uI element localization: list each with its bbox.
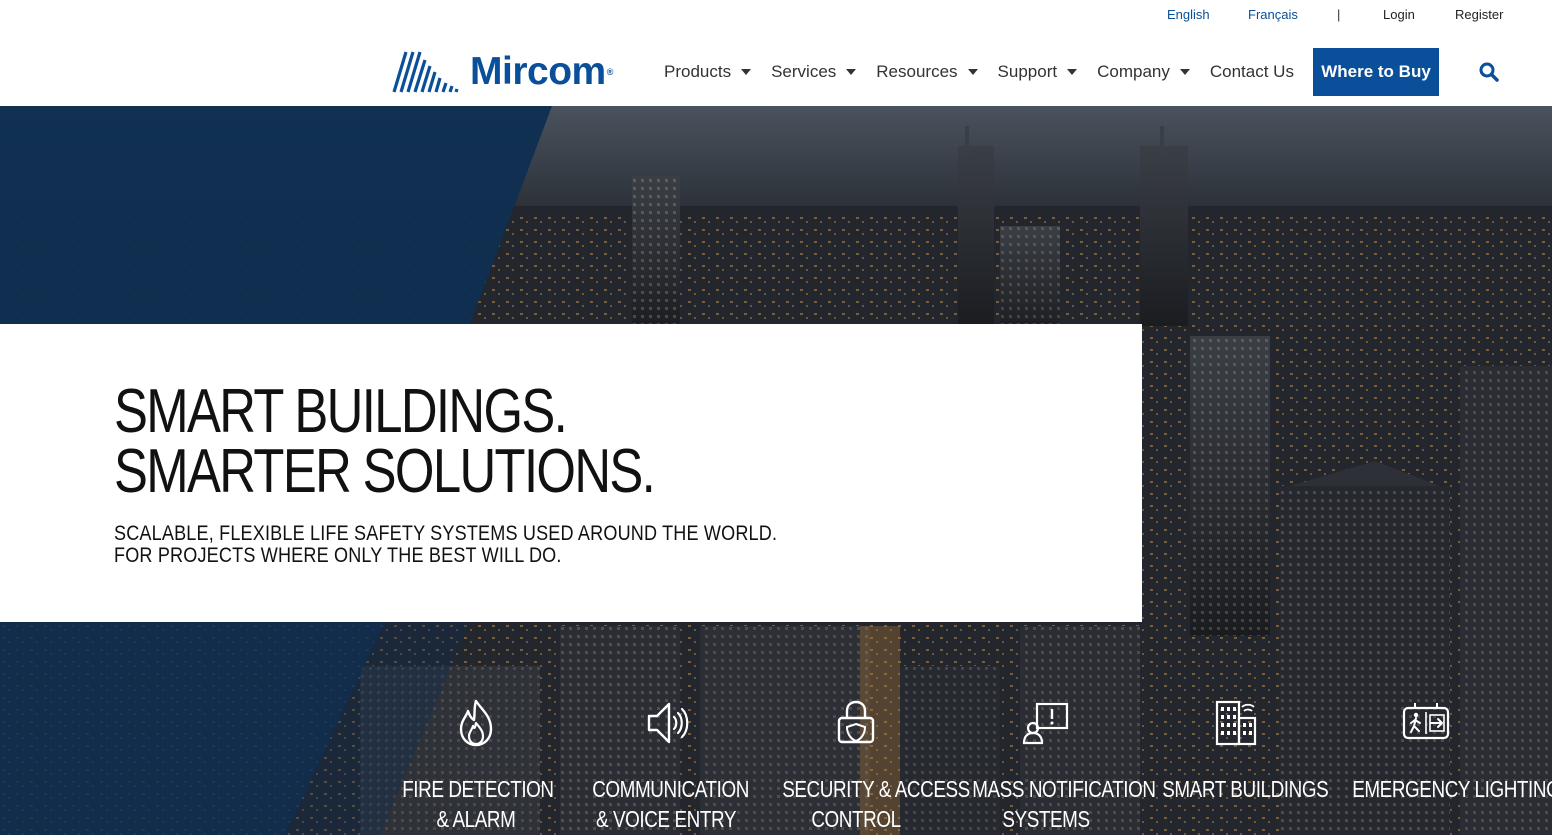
exit-sign-icon bbox=[1402, 703, 1450, 740]
mircom-logo[interactable]: Mircom® bbox=[392, 50, 613, 94]
category-smart-buildings[interactable]: SMART BUILDINGS bbox=[1146, 698, 1329, 804]
nav-resources[interactable]: Resources bbox=[876, 62, 978, 82]
hero-text-box: SMART BUILDINGS. SMARTER SOLUTIONS. SCAL… bbox=[0, 324, 1142, 622]
alert-message-icon bbox=[1022, 702, 1069, 745]
hero-subtitle: SCALABLE, FLEXIBLE LIFE SAFETY SYSTEMS U… bbox=[114, 523, 777, 567]
caret-down-icon bbox=[741, 69, 752, 75]
register-link[interactable]: Register bbox=[1455, 7, 1503, 22]
hero-title: SMART BUILDINGS. SMARTER SOLUTIONS. bbox=[114, 377, 656, 506]
category-communication[interactable]: COMMUNICATION & VOICE ENTRY bbox=[576, 698, 756, 834]
nav-support[interactable]: Support bbox=[998, 62, 1078, 82]
nav-products[interactable]: Products bbox=[664, 62, 752, 82]
logo-text: Mircom® bbox=[470, 50, 613, 93]
caret-down-icon bbox=[846, 69, 857, 75]
category-label-line-1: EMERGENCY LIGHTING bbox=[1352, 776, 1552, 802]
category-label-line-2: & VOICE ENTRY bbox=[595, 806, 736, 832]
nav-company[interactable]: Company bbox=[1097, 62, 1190, 82]
hero-title-line-2: SMARTER SOLUTIONS. bbox=[114, 437, 656, 506]
search-icon[interactable] bbox=[1478, 61, 1500, 83]
category-label-line-1: SMART BUILDINGS bbox=[1162, 776, 1329, 802]
flame-icon bbox=[459, 699, 493, 747]
category-fire-detection[interactable]: FIRE DETECTION & ALARM bbox=[386, 698, 566, 834]
logo-mark-icon bbox=[392, 51, 459, 93]
primary-nav: Products Services Resources Support Comp… bbox=[664, 60, 1314, 84]
caret-down-icon bbox=[967, 69, 978, 75]
hero-section: SMART BUILDINGS. SMARTER SOLUTIONS. SCAL… bbox=[0, 106, 1552, 835]
category-emergency-lighting[interactable]: EMERGENCY LIGHTING bbox=[1336, 698, 1552, 804]
nav-contact-us[interactable]: Contact Us bbox=[1210, 62, 1294, 82]
main-header: Mircom® Products Services Resources Supp… bbox=[0, 30, 1552, 106]
language-french-link[interactable]: Français bbox=[1248, 7, 1298, 22]
category-label-line-1: COMMUNICATION bbox=[592, 776, 749, 802]
hero-title-line-1: SMART BUILDINGS. bbox=[114, 377, 568, 446]
speaker-icon bbox=[647, 702, 689, 744]
login-link[interactable]: Login bbox=[1383, 7, 1415, 22]
category-label-line-2: SYSTEMS bbox=[1002, 806, 1090, 832]
building-wifi-icon bbox=[1215, 700, 1257, 746]
category-mass-notification[interactable]: MASS NOTIFICATION SYSTEMS bbox=[956, 698, 1156, 834]
category-label-line-1: MASS NOTIFICATION bbox=[972, 776, 1156, 802]
language-english-link[interactable]: English bbox=[1167, 7, 1210, 22]
category-label-line-2: CONTROL bbox=[811, 806, 901, 832]
hero-subtitle-line-2: FOR PROJECTS WHERE ONLY THE BEST WILL DO… bbox=[114, 544, 562, 567]
utility-bar: English Français | Login Register bbox=[0, 0, 1552, 30]
caret-down-icon bbox=[1067, 69, 1078, 75]
category-label-line-1: SECURITY & ACCESS bbox=[782, 776, 970, 802]
hero-subtitle-line-1: SCALABLE, FLEXIBLE LIFE SAFETY SYSTEMS U… bbox=[114, 522, 778, 545]
utility-separator: | bbox=[1337, 7, 1341, 22]
where-to-buy-button[interactable]: Where to Buy bbox=[1313, 48, 1439, 96]
category-label-line-2: & ALARM bbox=[436, 806, 516, 832]
category-security-access[interactable]: SECURITY & ACCESS CONTROL bbox=[766, 698, 970, 834]
caret-down-icon bbox=[1179, 69, 1190, 75]
lock-shield-icon bbox=[837, 700, 875, 744]
category-label-line-1: FIRE DETECTION bbox=[402, 776, 554, 802]
nav-services[interactable]: Services bbox=[771, 62, 857, 82]
